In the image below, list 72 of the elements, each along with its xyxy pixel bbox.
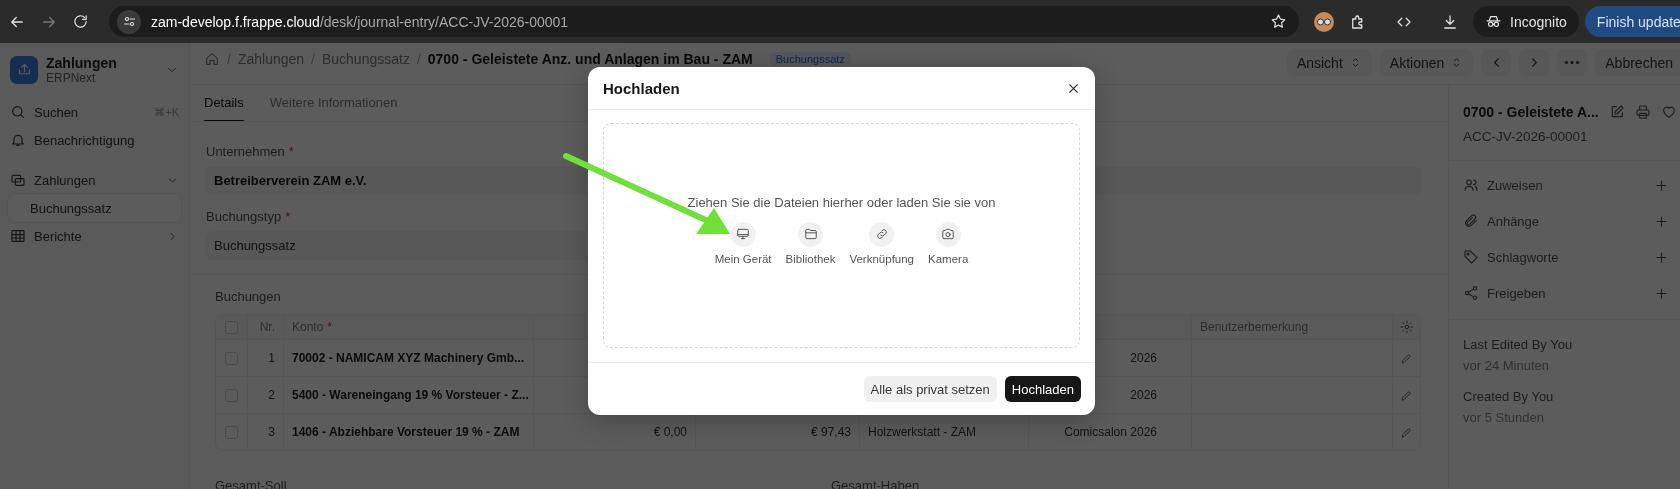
bookmark-star-icon[interactable]: [1270, 13, 1287, 30]
edit-icon[interactable]: [1400, 388, 1413, 402]
table-cell: 2: [247, 376, 283, 413]
table-cell: 3: [247, 413, 283, 450]
document-title: 0700 - Geleistete Anz. und Anlagen im Bau - ZAM: [427, 51, 753, 67]
app-title: Zahlungen: [46, 54, 118, 71]
table-cell: 1406 - Abziehbare Vorsteuer 19 % - ZAM: [283, 413, 533, 450]
paperclip-icon: [1463, 213, 1479, 229]
dialog-title: Hochladen: [603, 79, 681, 97]
panel-action-label[interactable]: Schlagworte: [1487, 249, 1646, 265]
sidebar-item[interactable]: Buchungssatz: [8, 194, 181, 222]
camera-icon: [941, 227, 956, 241]
upload-source-button[interactable]: Verknüpfung: [849, 221, 915, 265]
settings-icon[interactable]: [1399, 320, 1414, 334]
breadcrumb-separator: /: [311, 51, 315, 67]
document-title: 0700 - Geleistete A...: [1463, 104, 1599, 120]
print-icon[interactable]: [1634, 104, 1651, 120]
more-icon: [1564, 60, 1581, 65]
document-id: ACC-JV-2026-00001: [1463, 129, 1589, 144]
tab[interactable]: Details: [204, 85, 244, 121]
folder-icon: [803, 227, 818, 241]
payments-icon: [10, 172, 26, 188]
users-icon: [1463, 177, 1479, 193]
dropdown-button[interactable]: Ansicht: [1286, 49, 1372, 76]
finish-update-button[interactable]: Finish update: [1584, 6, 1680, 37]
make-private-button[interactable]: Alle als privat setzen: [863, 376, 997, 402]
table-cell: 1: [247, 339, 283, 376]
share-icon: [1463, 285, 1479, 301]
status-indicator: Buchungssatz: [769, 52, 851, 66]
monitor-icon: [736, 227, 751, 241]
table-cell: 5400 - Wareneingang 19 % Vorsteuer - Z...: [283, 376, 533, 413]
add-icon[interactable]: [1654, 249, 1669, 265]
add-icon[interactable]: [1654, 285, 1669, 301]
panel-action-label[interactable]: Anhänge: [1487, 213, 1646, 229]
more-button[interactable]: [1557, 49, 1588, 76]
incognito-button[interactable]: Incognito: [1473, 6, 1579, 37]
grid-icon: [10, 228, 26, 244]
drop-hint: Ziehen Sie die Dateien hierher oder laden Sie sie von: [687, 194, 996, 210]
next-button[interactable]: [1519, 49, 1550, 76]
upload-source-button[interactable]: Kamera: [928, 221, 969, 265]
edit-icon[interactable]: [1400, 351, 1413, 365]
field-label: Unternehmen *: [206, 144, 295, 159]
dropdown-button[interactable]: Aktionen: [1379, 49, 1474, 76]
incognito-icon: [1485, 13, 1502, 30]
cancel-button[interactable]: Abbrechen: [1595, 49, 1680, 76]
activity-label: Last Edited By You: [1463, 336, 1574, 354]
tag-icon: [1463, 249, 1479, 265]
reload-icon[interactable]: [72, 13, 89, 30]
upload-button[interactable]: Hochladen: [1004, 376, 1081, 402]
previous-button[interactable]: [1481, 49, 1512, 76]
panel-action-label[interactable]: Freigeben: [1487, 285, 1646, 301]
heart-icon[interactable]: [1660, 104, 1677, 120]
notifications-button[interactable]: Benachrichtigung: [8, 126, 181, 154]
search-icon: [10, 104, 26, 120]
bell-icon: [10, 132, 26, 148]
sidebar-item[interactable]: Berichte: [8, 222, 181, 250]
table-cell: 70002 - NAMICAM XYZ Machinery Gmb...: [283, 339, 533, 376]
edit-icon[interactable]: [1400, 425, 1413, 439]
activity-label: Created By You: [1463, 388, 1555, 406]
link-icon: [874, 227, 889, 241]
add-icon[interactable]: [1654, 177, 1669, 193]
add-icon[interactable]: [1654, 213, 1669, 229]
breadcrumb-separator: /: [416, 51, 421, 67]
breadcrumb-separator: /: [227, 51, 231, 67]
field-label: Buchungstyp *: [206, 209, 292, 224]
address-bar[interactable]: zam-develop.f.frappe.cloud/desk/journal-entry/ACC-JV-2026-00001: [109, 6, 1299, 37]
section-title: Buchungen: [215, 289, 282, 304]
home-icon[interactable]: [204, 51, 220, 67]
avatar-icon[interactable]: [1313, 10, 1335, 33]
panel-action-label[interactable]: Zuweisen: [1487, 177, 1646, 193]
sidebar-item[interactable]: Zahlungen: [8, 166, 181, 194]
site-settings-icon[interactable]: [121, 14, 137, 29]
